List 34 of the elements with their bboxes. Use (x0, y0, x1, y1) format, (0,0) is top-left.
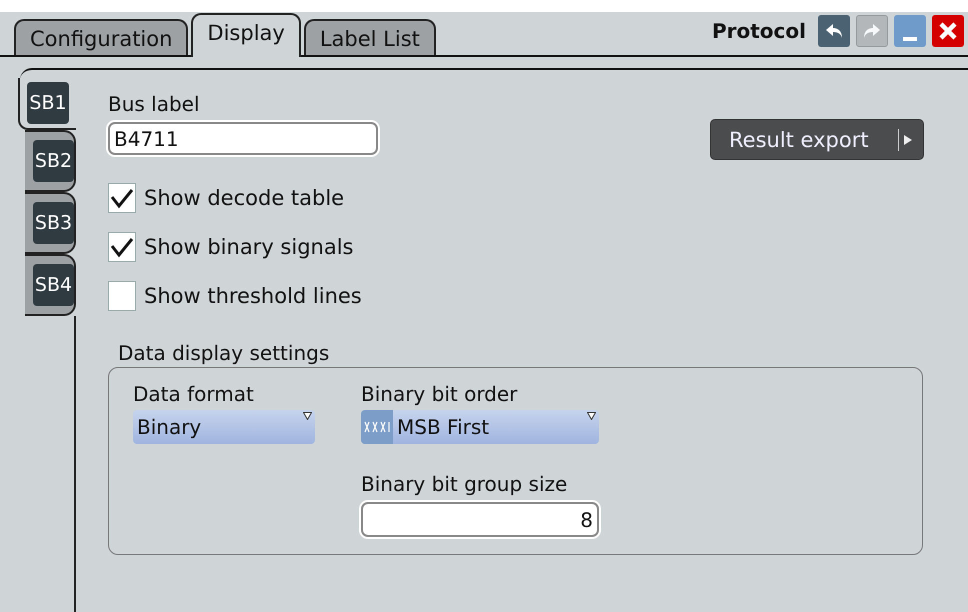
dropdown-arrow-icon (303, 412, 312, 420)
result-export-button[interactable]: Result export (710, 119, 924, 160)
checkbox[interactable] (108, 232, 136, 262)
panel-title: Protocol (712, 19, 806, 43)
tab[interactable]: Label List (304, 19, 436, 55)
bit-waveform-icon (364, 421, 390, 433)
checkbox-label: Show binary signals (144, 235, 354, 259)
checkmark-icon (110, 187, 134, 209)
undo-button[interactable] (818, 15, 850, 47)
data-format-dropdown[interactable]: Binary (133, 410, 315, 444)
group-size-field[interactable]: 8 (361, 502, 599, 537)
field-label: Bus label (108, 92, 201, 116)
play-icon (904, 134, 912, 144)
side-tab[interactable]: SB2 (25, 130, 76, 192)
bus-label-field[interactable]: B4711 (108, 122, 378, 155)
checkbox-label: Show threshold lines (144, 284, 362, 308)
field-label: Binary bit group size (361, 472, 568, 496)
side-tab[interactable]: SB3 (25, 192, 76, 254)
tab[interactable]: Configuration (14, 19, 188, 55)
field-label: Data format (133, 382, 255, 406)
checkbox-label: Show decode table (144, 186, 344, 210)
checkmark-icon (110, 236, 134, 258)
group-title: Data display settings (118, 341, 330, 365)
dropdown-arrow-icon (587, 412, 596, 420)
tab[interactable]: Display (191, 13, 301, 57)
field-label: Binary bit order (361, 382, 518, 406)
minimize-icon (903, 37, 917, 41)
close-button[interactable] (932, 15, 964, 47)
checkbox[interactable] (108, 183, 136, 213)
minimize-button[interactable] (894, 15, 926, 47)
side-tab[interactable]: SB4 (25, 254, 76, 316)
checkbox[interactable] (108, 281, 136, 311)
bit-order-dropdown[interactable]: MSB First (361, 410, 599, 444)
side-tab[interactable]: SB1 (18, 78, 76, 130)
